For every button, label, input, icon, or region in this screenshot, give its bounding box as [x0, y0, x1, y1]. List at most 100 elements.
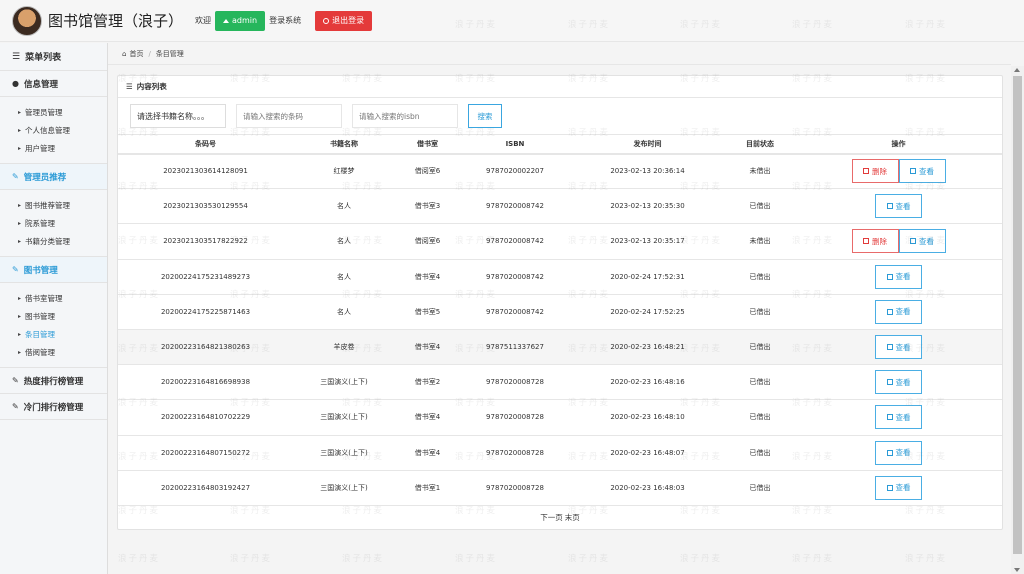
- cell-status: 已借出: [725, 188, 795, 225]
- cell-actions: 查看: [795, 188, 1002, 225]
- cell-isbn: 9787020008728: [460, 364, 570, 401]
- cell-isbn: 9787020008742: [460, 223, 570, 260]
- cell-status: 已借出: [725, 364, 795, 401]
- next-page-link[interactable]: 下一页: [540, 512, 563, 523]
- section-label: 信息管理: [23, 79, 58, 90]
- power-icon: [323, 17, 330, 24]
- table-row: 20200224175231489​273 名人 借书室4 9787020008742…: [118, 259, 1002, 295]
- sidebar-section-hot[interactable]: ✎ 热度排行榜管理: [0, 368, 107, 394]
- sidebar-item-rooms[interactable]: 借书室管理: [0, 289, 107, 307]
- view-button[interactable]: 查看: [898, 159, 946, 184]
- cell-status: 未借出: [725, 223, 795, 260]
- edit-icon: [910, 238, 916, 245]
- scroll-down-icon[interactable]: [1014, 568, 1020, 572]
- sidebar-item-users[interactable]: 用户管理: [0, 139, 107, 157]
- cell-barcode: 20200224175231489​273: [118, 259, 293, 295]
- cell-publish-time: 2020-02-23 16:48:10: [570, 399, 725, 436]
- view-button[interactable]: 查看: [875, 440, 922, 465]
- cell-status: 已借出: [725, 329, 795, 366]
- sidebar-item-entries[interactable]: 条目管理: [0, 325, 107, 343]
- view-button[interactable]: 查看: [898, 229, 946, 254]
- sidebar-item-profile[interactable]: 个人信息管理: [0, 121, 107, 139]
- logout-button[interactable]: 退出登录: [315, 10, 373, 31]
- list-icon: ☰: [12, 51, 21, 62]
- cell-actions: 查看: [795, 364, 1002, 401]
- view-button[interactable]: 查看: [875, 194, 922, 219]
- sidebar-item-borrow[interactable]: 借阅管理: [0, 343, 107, 361]
- edit-icon: [863, 238, 869, 245]
- isbn-search-input[interactable]: [352, 104, 458, 128]
- edit-icon: [886, 414, 893, 421]
- edit-icon: ✎: [12, 265, 19, 274]
- cell-barcode: 20200223164807150​272: [118, 435, 293, 471]
- cell-book-name: 三国演义(上下): [293, 435, 395, 471]
- sidebar-section-cold[interactable]: ✎ 冷门排行榜管理: [0, 394, 107, 420]
- edit-icon: [886, 273, 893, 280]
- sidebar-item-categories[interactable]: 书籍分类管理: [0, 232, 107, 250]
- welcome-text: 欢迎: [195, 16, 212, 25]
- edit-icon: [886, 449, 893, 456]
- cell-isbn: 9787511337627: [460, 329, 570, 366]
- page-scrollbar[interactable]: [1011, 66, 1024, 574]
- last-page-link[interactable]: 末页: [565, 512, 580, 523]
- sidebar-item-admin[interactable]: 管理员管理: [0, 103, 107, 121]
- delete-button[interactable]: 删除: [851, 159, 899, 184]
- view-button[interactable]: 查看: [875, 264, 922, 289]
- view-button[interactable]: 查看: [875, 405, 922, 430]
- cell-actions: 删除 查看: [795, 223, 1002, 260]
- section-label: 管理员推荐: [23, 172, 67, 183]
- book-name-select[interactable]: 请选择书籍名称。。。: [130, 104, 226, 128]
- panel-title: 内容列表: [136, 82, 167, 91]
- sidebar-item-book-recommend[interactable]: 图书推荐管理: [0, 196, 107, 214]
- view-label: 查看: [895, 272, 911, 282]
- cell-book-name: 三国演义(上下): [293, 364, 395, 401]
- breadcrumb-separator: /: [148, 49, 151, 58]
- sidebar-section-books[interactable]: ✎ 图书管理: [0, 257, 107, 283]
- edit-icon: [910, 168, 916, 175]
- barcode-search-input[interactable]: [236, 104, 342, 128]
- sidebar-item-books[interactable]: 图书管理: [0, 307, 107, 325]
- section-label: 冷门排行榜管理: [23, 402, 84, 413]
- table-body: 20230213036141280​91 红楼梦 借阅室6 9787020002207…: [118, 153, 1002, 506]
- col-actions: 操作: [795, 134, 1002, 155]
- cell-status: 已借出: [725, 435, 795, 471]
- view-label: 查看: [895, 448, 911, 458]
- breadcrumb: ⌂ 首页 / 条目管理: [108, 43, 1011, 65]
- home-icon: [223, 18, 230, 23]
- view-button[interactable]: 查看: [875, 475, 922, 500]
- table-row: 20200224175225871​463 名人 借书室5 9787020008742…: [118, 294, 1002, 330]
- cell-book-name: 名人: [293, 294, 395, 330]
- cell-book-name: 三国演义(上下): [293, 470, 395, 506]
- scrollbar-thumb[interactable]: [1013, 76, 1022, 554]
- cell-room: 借书室4: [395, 329, 460, 366]
- row-actions: 查看: [795, 299, 1002, 324]
- cell-barcode: 20200224175225871​463: [118, 294, 293, 330]
- scroll-up-icon[interactable]: [1014, 68, 1020, 72]
- cell-isbn: 9787020008728: [460, 399, 570, 436]
- table-row: 20200223164816698​938 三国演义(上下) 借书室2 9787020…: [118, 364, 1002, 401]
- sidebar-item-departments[interactable]: 院系管理: [0, 214, 107, 232]
- user-icon: ●: [12, 79, 19, 88]
- cell-status: 已借出: [725, 259, 795, 295]
- breadcrumb-home[interactable]: 首页: [129, 49, 143, 59]
- view-button[interactable]: 查看: [875, 370, 922, 395]
- cell-actions: 查看: [795, 294, 1002, 330]
- sidebar-section-info[interactable]: ● 信息管理: [0, 71, 107, 97]
- cell-status: 未借出: [725, 153, 795, 190]
- view-button[interactable]: 查看: [875, 335, 922, 360]
- cell-book-name: 羊皮卷: [293, 329, 395, 366]
- cell-book-name: 三国演义(上下): [293, 399, 395, 436]
- edit-icon: [886, 308, 893, 315]
- view-button[interactable]: 查看: [875, 299, 922, 324]
- table-row: 20200223164807150​272 三国演义(上下) 借书室4 9787020…: [118, 435, 1002, 471]
- view-label: 查看: [895, 483, 911, 493]
- cell-publish-time: 2020-02-23 16:48:07: [570, 435, 725, 471]
- cell-isbn: 9787020008742: [460, 294, 570, 330]
- search-button[interactable]: 搜索: [468, 104, 502, 128]
- sidebar-section-recommend[interactable]: ✎ 管理员推荐: [0, 164, 107, 190]
- cell-publish-time: 2020-02-24 17:52:25: [570, 294, 725, 330]
- cell-barcode: 20200223164810702​229: [118, 399, 293, 436]
- admin-button[interactable]: admin: [215, 10, 266, 31]
- delete-button[interactable]: 删除: [851, 229, 899, 254]
- row-actions: 查看: [795, 475, 1002, 500]
